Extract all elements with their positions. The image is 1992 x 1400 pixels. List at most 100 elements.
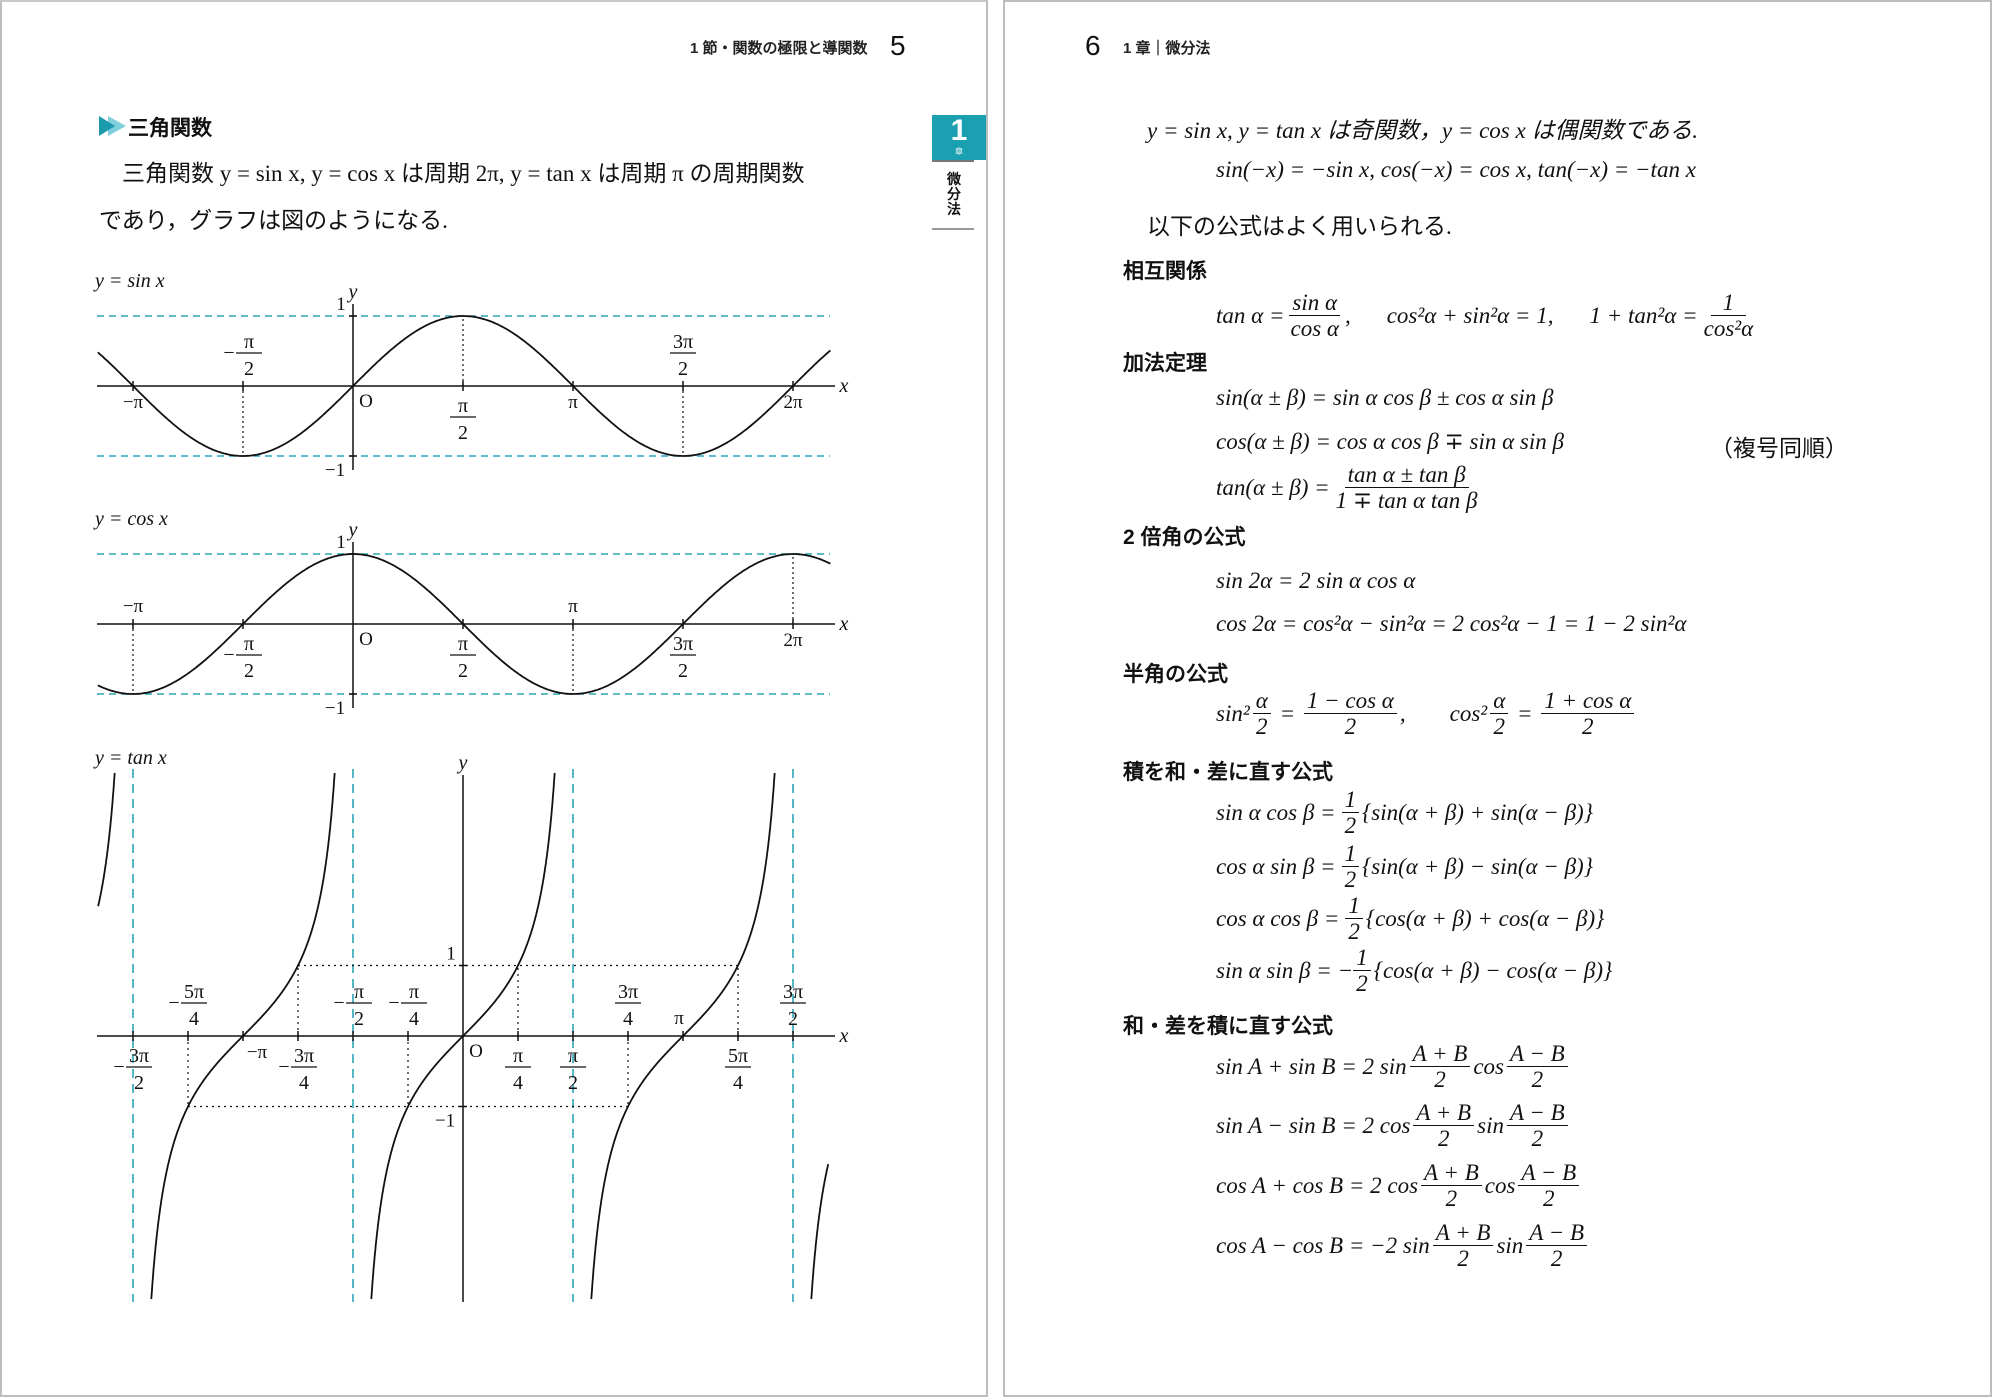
denominator: 2 (1348, 919, 1360, 945)
formula-part: 1 + tan²α = (1589, 302, 1698, 328)
y-tick-label: −1 (435, 1111, 455, 1132)
x-tick-label-num: 3π (294, 1045, 314, 1067)
fraction: A − B2 (1518, 1160, 1580, 1212)
fraction: A + B2 (1432, 1220, 1494, 1272)
numerator: A + B (1432, 1220, 1494, 1247)
denominator: 2 (1531, 1126, 1544, 1152)
y-tick-label: 1 (336, 294, 346, 315)
denominator: 2 (1438, 1126, 1450, 1152)
chart-title: y = cos x (93, 508, 168, 530)
y-axis-label: y (457, 752, 468, 774)
formula-part: tan α = (1216, 302, 1285, 328)
formula-rhs: {cos(α + β) + cos(α − β)} (1365, 905, 1605, 931)
numerator: A − B (1518, 1160, 1580, 1187)
numerator: α (1252, 688, 1271, 715)
x-tick-label-sign: − (223, 644, 234, 666)
x-tick-label-den: 2 (354, 1008, 364, 1030)
trig-graphs: y = sin xxyO1−1−π− π2π2π3π22πy = cos xxyO… (93, 270, 849, 1302)
x-tick-label-num: 5π (728, 1045, 748, 1067)
y-axis-label: y (347, 519, 358, 541)
numerator: sin α (1289, 290, 1341, 317)
running-header-chapter: 1 章｜微分法 (1123, 40, 1211, 57)
heading-half-angle: 半角の公式 (1123, 663, 1228, 686)
formula-mid: cos (1484, 1172, 1516, 1198)
fraction: 1 + cos α2 (1541, 688, 1635, 740)
x-tick-label-num: π (244, 331, 254, 353)
x-tick-label-num: π (244, 633, 254, 655)
x-tick-label: −π (123, 596, 144, 617)
numerator: A − B (1506, 1100, 1568, 1127)
x-tick-label-num: 3π (673, 331, 693, 353)
x-tick-label-den: 4 (733, 1072, 743, 1094)
x-tick-label-sign: − (168, 992, 179, 1014)
formula-row: cos α sin β = 1 2 {sin(α + β) − sin(α − β)} (1216, 841, 1593, 893)
denominator: 2 (1445, 1186, 1458, 1212)
fraction: A + B2 (1421, 1160, 1482, 1212)
origin-label: O (359, 391, 373, 412)
x-tick-label-den: 2 (458, 422, 468, 444)
numerator: 1 (1710, 290, 1747, 317)
x-tick-label-den: 2 (244, 660, 254, 682)
formula-rhs: {cos(α + β) − cos(α − β)} (1373, 957, 1613, 983)
numerator: 1 (1353, 945, 1371, 972)
fraction: A − B2 (1526, 1220, 1588, 1272)
denominator: 2 (1434, 1067, 1446, 1093)
denominator: 2 (1550, 1246, 1563, 1272)
formula-row: cos α cos β = 1 2 {cos(α + β) + cos(α − β)} (1216, 893, 1604, 945)
formula-mid: sin (1477, 1112, 1504, 1138)
denominator: cos α (1290, 316, 1339, 342)
numerator: 1 − cos α (1303, 688, 1397, 715)
numerator: tan α ± tan β (1344, 462, 1469, 489)
formula-part: = (1511, 700, 1539, 726)
fraction: 12 (1341, 787, 1360, 839)
x-tick-label-num: 3π (618, 981, 638, 1003)
numerator: 1 (1341, 841, 1360, 868)
numerator: α (1490, 688, 1509, 715)
formula-lhs: cos A + cos B = 2 cos (1216, 1172, 1419, 1198)
fraction: A + B2 (1413, 1100, 1475, 1152)
denominator: 2 (1344, 867, 1357, 893)
y-tick-label: −1 (325, 460, 345, 481)
heading-product-to-sum: 積を和・差に直す公式 (1123, 761, 1333, 784)
x-tick-label-sign: − (278, 1056, 289, 1078)
x-tick-label-sign: − (333, 992, 344, 1014)
denominator: 2 (1344, 813, 1357, 839)
y-tick-label: −1 (325, 698, 345, 719)
formula-lhs: sin α cos β = (1216, 799, 1336, 825)
formula-rhs: {sin(α + β) + sin(α − β)} (1362, 799, 1593, 825)
fraction: 1 cos²α (1701, 290, 1757, 342)
formula-part: , (1399, 700, 1406, 726)
x-tick-label-num: 3π (673, 633, 693, 655)
formula-lhs: cos A − cos B = −2 sin (1216, 1232, 1430, 1258)
x-axis-label: x (839, 613, 849, 635)
x-tick-label-den: 4 (189, 1008, 199, 1030)
intro-text: y = sin x, y = tan x は奇関数，y = cos x は偶関数… (1147, 118, 1698, 143)
fraction: 12 (1353, 945, 1371, 997)
intro-text-2: 以下の公式はよく用いられる. (1147, 214, 1452, 239)
denominator: 2 (1344, 714, 1357, 740)
x-tick-label-den: 2 (244, 358, 254, 380)
origin-label: O (469, 1041, 483, 1062)
x-tick-label-num: 3π (783, 981, 803, 1003)
formula-lhs: sin A − sin B = 2 cos (1216, 1112, 1411, 1138)
x-tick-label-sign: − (223, 342, 234, 364)
y-tick-label: 1 (336, 532, 346, 553)
denominator: 2 (1256, 714, 1268, 740)
curve-tan-branch (97, 772, 116, 907)
y-tick-label: 1 (446, 944, 456, 965)
x-tick-label-num: π (354, 981, 364, 1003)
denominator: 2 (1457, 1246, 1469, 1272)
x-tick-label-den: 2 (134, 1072, 144, 1094)
x-tick-label-num: π (513, 1045, 523, 1067)
denominator: 2 (1543, 1186, 1555, 1212)
parity-formulas: sin(−x) = −sin x, cos(−x) = cos x, tan(−… (1216, 157, 1696, 182)
fraction: sin α cos α (1287, 290, 1341, 342)
formula-cos-addition: cos(α ± β) = cos α cos β ∓ sin α sin β (1216, 429, 1564, 454)
formula-mid: sin (1496, 1232, 1524, 1258)
x-tick-label-num: π (568, 1045, 578, 1067)
x-tick-label-den: 4 (299, 1072, 309, 1094)
fraction: 12 (1341, 841, 1360, 893)
formula-part: sin² (1216, 700, 1250, 726)
x-tick-label-den: 4 (513, 1072, 523, 1094)
heading-mutual: 相互関係 (1123, 260, 1207, 283)
